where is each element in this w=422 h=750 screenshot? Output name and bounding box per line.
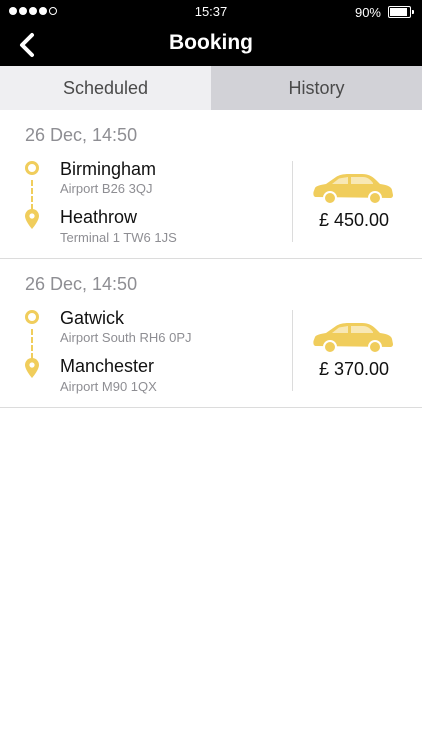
card-divider	[292, 310, 293, 391]
booking-date: 26 Dec, 14:50	[25, 274, 138, 294]
map-pin-icon	[25, 209, 39, 229]
booking-date: 26 Dec, 14:50	[25, 125, 138, 145]
tab-history[interactable]: History	[211, 66, 422, 110]
map-pin-icon	[25, 358, 39, 378]
card-divider	[292, 161, 293, 242]
battery-percentage: 90%	[354, 5, 381, 20]
pickup-circle-icon	[25, 161, 39, 175]
navigation-bar: Booking	[0, 24, 422, 66]
page-title: Booking	[169, 31, 253, 54]
dropoff-name: Heathrow	[60, 207, 138, 227]
booking-card[interactable]: 26 Dec, 14:50 Gatwick Airport South RH6 …	[0, 259, 422, 408]
car-icon	[313, 323, 393, 354]
dropoff-address: Terminal 1 TW6 1JS	[60, 230, 177, 245]
booking-card[interactable]: 26 Dec, 14:50 Birmingham Airport B26 3QJ…	[0, 110, 422, 259]
car-icon	[313, 174, 393, 205]
booking-price: £ 370.00	[318, 359, 390, 379]
route-dashed-line	[31, 329, 33, 359]
booking-list: 26 Dec, 14:50 Birmingham Airport B26 3QJ…	[0, 110, 422, 408]
status-bar: 15:37 90%	[0, 0, 422, 24]
dropoff-name: Manchester	[60, 356, 155, 376]
pickup-name: Birmingham	[60, 159, 157, 179]
tab-bar: Scheduled History	[0, 66, 422, 110]
route-dashed-line	[31, 180, 33, 210]
pickup-circle-icon	[25, 310, 39, 324]
dropoff-address: Airport M90 1QX	[60, 379, 157, 394]
pickup-address: Airport South RH6 0PJ	[60, 330, 192, 345]
booking-price: £ 450.00	[318, 210, 390, 230]
pickup-address: Airport B26 3QJ	[60, 181, 153, 196]
tab-scheduled[interactable]: Scheduled	[0, 66, 211, 110]
battery-icon	[388, 6, 414, 18]
pickup-name: Gatwick	[60, 308, 125, 328]
